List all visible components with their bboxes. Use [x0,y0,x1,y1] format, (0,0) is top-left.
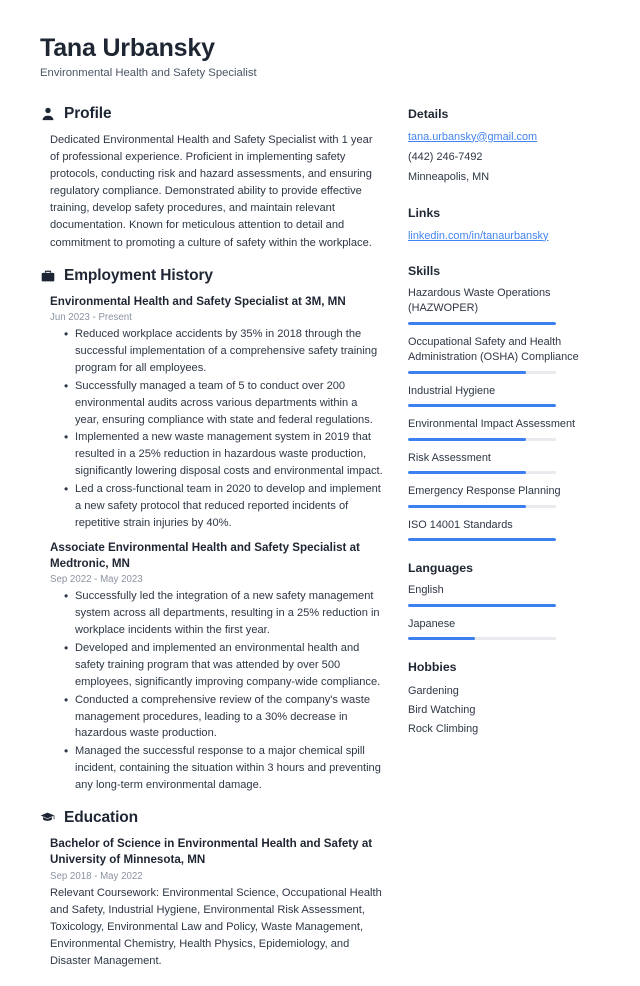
language-item: English [408,583,600,607]
language-label: English [408,584,444,597]
skill-item: Industrial Hygiene [408,384,600,408]
employment-entry: Associate Environmental Health and Safet… [50,540,384,794]
sidebar-title-hobbies: Hobbies [408,660,457,675]
employment-title: Associate Environmental Health and Safet… [50,540,360,571]
candidate-name: Tana Urbansky [40,34,215,62]
section-profile: Profile Dedicated Environmental Health a… [40,105,384,252]
bullet-item: Successfully managed a team of 5 to cond… [64,377,384,429]
skill-item: Risk Assessment [408,451,600,475]
section-education: Education Bachelor of Science in Environ… [40,809,384,971]
section-body-education: Bachelor of Science in Environmental Hea… [40,836,384,971]
employment-date: Sep 2022 - May 2023 [50,574,143,586]
skill-bar-track [408,504,556,508]
sidebar-title-links: Links [408,205,441,220]
resume-columns: Profile Dedicated Environmental Health a… [40,105,600,986]
skill-bar-track [408,437,556,441]
skill-bar-track [408,321,556,325]
sidebar-details: Details tana.urbansky@gmail.com (442) 24… [408,107,600,186]
person-icon [40,106,55,121]
skill-item: Emergency Response Planning [408,484,600,508]
sidebar-skills: Skills Hazardous Waste Operations (HAZWO… [408,263,600,542]
sidebar-title-languages: Languages [408,561,473,576]
section-employment: Employment History Environmental Health … [40,267,384,794]
graduation-cap-icon [40,810,55,825]
resume-header: Tana Urbansky Environmental Health and S… [40,34,600,79]
resume-page: Tana Urbansky Environmental Health and S… [0,0,640,967]
linkedin-link[interactable]: linkedin.com/in/tanaurbansky [408,228,600,244]
email-link[interactable]: tana.urbansky@gmail.com [408,129,600,145]
skill-item: Hazardous Waste Operations (HAZWOPER) [408,286,600,325]
skill-item: Occupational Safety and Health Administr… [408,335,600,374]
sidebar-title-details: Details [408,106,449,121]
profile-text: Dedicated Environmental Health and Safet… [50,133,373,249]
section-header-education: Education [40,809,384,827]
bullet-item: Led a cross-functional team in 2020 to d… [64,480,384,532]
employment-date: Jun 2023 - Present [50,312,132,324]
skill-label: Emergency Response Planning [408,485,561,498]
skill-bar-track [408,538,556,542]
skill-bar-fill [408,321,556,325]
section-body-employment: Environmental Health and Safety Speciali… [40,294,384,794]
skill-label: Risk Assessment [408,451,491,464]
language-bar-track [408,637,556,641]
skill-label: Hazardous Waste Operations (HAZWOPER) [408,286,551,315]
language-bar-fill [408,637,475,641]
employment-entry: Environmental Health and Safety Speciali… [50,294,384,532]
briefcase-icon [40,268,55,283]
bullet-item: Successfully led the integration of a ne… [64,587,384,639]
language-item: Japanese [408,617,600,641]
language-bar-fill [408,603,556,607]
employment-bullets: Successfully led the integration of a ne… [50,587,384,794]
location-text: Minneapolis, MN [408,171,490,184]
hobby-item: Bird Watching [408,704,476,717]
skill-bar-track [408,471,556,475]
bullet-item: Conducted a comprehensive review of the … [64,691,384,743]
skill-item: Environmental Impact Assessment [408,417,600,441]
education-description: Relevant Coursework: Environmental Scien… [50,886,382,968]
section-title-employment: Employment History [64,266,213,284]
education-entry: Bachelor of Science in Environmental Hea… [50,836,384,971]
bullet-item: Managed the successful response to a maj… [64,742,384,794]
sidebar-languages: Languages English Japanese [408,561,600,641]
employment-bullets: Reduced workplace accidents by 35% in 20… [50,325,384,532]
language-label: Japanese [408,617,456,630]
skill-item: ISO 14001 Standards [408,518,600,542]
skill-bar-fill [408,404,556,408]
skill-bar-fill [408,504,527,508]
section-title-profile: Profile [64,104,112,122]
skill-label: ISO 14001 Standards [408,518,513,531]
section-header-employment: Employment History [40,267,384,285]
skill-label: Occupational Safety and Health Administr… [408,335,579,364]
section-title-education: Education [64,808,139,826]
hobby-item: Rock Climbing [408,722,479,735]
skill-label: Industrial Hygiene [408,384,496,397]
skill-label: Environmental Impact Assessment [408,418,576,431]
education-title: Bachelor of Science in Environmental Hea… [50,836,373,867]
skill-bar-fill [408,538,556,542]
bullet-item: Developed and implemented an environment… [64,639,384,691]
candidate-job-title: Environmental Health and Safety Speciali… [40,66,257,79]
bullet-item: Reduced workplace accidents by 35% in 20… [64,325,384,377]
skill-bar-fill [408,471,527,475]
sidebar-links: Links linkedin.com/in/tanaurbansky [408,206,600,244]
education-date: Sep 2018 - May 2022 [50,870,143,882]
language-bar-track [408,603,556,607]
hobby-item: Gardening [408,685,459,698]
section-body-profile: Dedicated Environmental Health and Safet… [40,132,384,252]
sidebar-column: Details tana.urbansky@gmail.com (442) 24… [408,105,600,759]
skill-bar-fill [408,437,527,441]
bullet-item: Implemented a new waste management syste… [64,428,384,480]
skill-bar-track [408,370,556,374]
skill-bar-fill [408,370,527,374]
main-column: Profile Dedicated Environmental Health a… [40,105,408,986]
skill-bar-track [408,404,556,408]
employment-title: Environmental Health and Safety Speciali… [50,294,346,308]
sidebar-title-skills: Skills [408,263,441,278]
section-header-profile: Profile [40,105,384,123]
sidebar-hobbies: Hobbies Gardening Bird Watching Rock Cli… [408,660,600,738]
phone-text: (442) 246-7492 [408,150,483,163]
